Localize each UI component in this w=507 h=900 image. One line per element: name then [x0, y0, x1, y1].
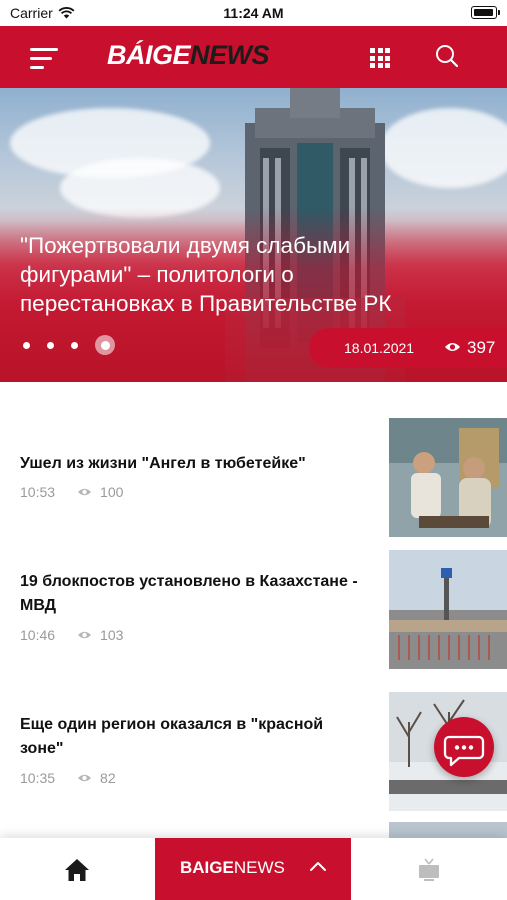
brand-part-baige: BAIGE [180, 858, 234, 877]
slide-dot-4-active[interactable] [95, 335, 115, 355]
news-meta: 10:53 100 [20, 484, 123, 500]
app-header: BÁIGENEWS [0, 26, 507, 88]
brand-tab-label: BAIGENEWS [180, 858, 285, 878]
news-views: 82 [100, 770, 116, 786]
news-item[interactable]: Еще один регион оказался в "красной зоне… [0, 692, 507, 812]
news-views: 100 [100, 484, 124, 500]
news-time: 10:46 [20, 627, 56, 643]
news-meta: 10:46 103 [20, 627, 123, 643]
tv-icon[interactable] [415, 856, 443, 884]
news-item[interactable]: 19 блокпостов установлено в Казахстане -… [0, 550, 507, 670]
news-time: 10:35 [20, 770, 56, 786]
news-thumbnail[interactable] [389, 550, 507, 669]
chat-bubble-icon [443, 735, 485, 767]
logo-part-news: NEWS [190, 40, 270, 70]
hero-title[interactable]: "Пожертвовали двумя слабыми фигурами" – … [20, 231, 420, 318]
status-bar: Carrier 11:24 AM [0, 0, 507, 26]
news-title[interactable]: Ушел из жизни "Ангел в тюбетейке" [20, 452, 365, 476]
brand-part-news: NEWS [233, 858, 285, 877]
hamburger-menu-icon[interactable] [30, 48, 60, 70]
news-title[interactable]: 19 блокпостов установлено в Казахстане -… [20, 570, 365, 618]
news-meta: 10:35 82 [20, 770, 116, 786]
bottom-navigation: BAIGENEWS [0, 838, 507, 900]
hero-date: 18.01.2021 [344, 340, 415, 356]
news-title[interactable]: Еще один регион оказался в "красной зоне… [20, 713, 365, 761]
eye-icon [445, 343, 460, 351]
home-icon[interactable] [64, 858, 90, 882]
news-time: 10:53 [20, 484, 56, 500]
logo-part-baige: BÁIGE [107, 40, 191, 70]
hero-slider[interactable]: "Пожертвовали двумя слабыми фигурами" – … [0, 88, 507, 382]
status-time: 11:24 AM [223, 5, 284, 21]
news-item[interactable]: Ушел из жизни "Ангел в тюбетейке" 10:53 … [0, 418, 507, 538]
hero-meta-badge: 18.01.2021 397 [309, 328, 507, 368]
slide-dot-2[interactable] [47, 341, 54, 349]
eye-icon [78, 631, 92, 639]
chat-button[interactable] [434, 717, 494, 777]
slide-dot-3[interactable] [71, 341, 78, 349]
hero-views: 397 [467, 338, 496, 357]
grid-menu-icon[interactable] [370, 48, 390, 68]
news-views: 103 [100, 627, 124, 643]
chevron-up-icon[interactable] [309, 861, 327, 872]
slide-dot-1[interactable] [23, 341, 30, 349]
app-logo[interactable]: BÁIGENEWS [107, 40, 270, 71]
search-icon[interactable] [434, 43, 460, 69]
brand-tab[interactable]: BAIGENEWS [155, 838, 351, 900]
eye-icon [78, 774, 92, 782]
slider-pagination [23, 335, 115, 355]
news-thumbnail[interactable] [389, 418, 507, 537]
eye-icon [78, 488, 92, 496]
battery-icon [471, 6, 500, 19]
